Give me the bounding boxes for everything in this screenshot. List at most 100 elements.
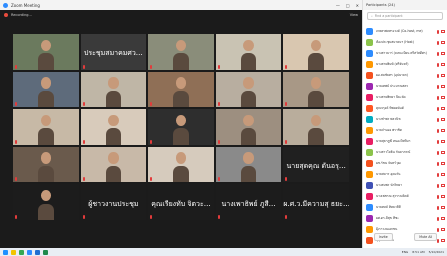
participant-status [437,172,445,177]
video-tile[interactable] [215,34,282,70]
excel-icon[interactable] [43,249,48,255]
windows-start-icon[interactable] [3,249,8,255]
muted-mic-icon[interactable] [437,29,439,34]
participant-row[interactable]: นายสุธาฎฬ์ หนองโพทีมา [363,136,447,147]
participant-row[interactable]: นายสมาร อุดมวัน [363,169,447,180]
participant-row[interactable]: เกษตรพลทรงวงค์ (Co-host, me) [363,26,447,37]
video-tile[interactable] [283,34,349,70]
participant-row[interactable]: นางชำพร พลวนิช [363,114,447,125]
file-explorer-icon[interactable] [11,249,16,255]
video-tile[interactable] [215,109,282,145]
muted-mic-icon[interactable] [437,172,439,177]
clock-date[interactable]: 5/10/2021 [429,250,444,254]
muted-mic-icon[interactable] [437,106,439,111]
muted-mic-icon[interactable] [437,51,439,56]
video-off-icon[interactable] [441,84,445,88]
video-off-icon[interactable] [441,106,445,110]
chrome-icon[interactable] [19,249,24,255]
video-tile[interactable] [148,109,214,145]
video-tile[interactable] [13,109,79,145]
participant-row[interactable]: นางสมพร นักวิทยา [363,180,447,191]
participant-row[interactable]: ห้องประชุมสมาคมฯ (Host) [363,37,447,48]
video-tile[interactable] [13,71,79,108]
language-indicator[interactable]: ENG [402,250,408,254]
video-off-icon[interactable] [441,40,445,44]
muted-mic-icon[interactable] [437,227,439,232]
muted-mic-icon[interactable] [437,216,439,221]
muted-mic-icon[interactable] [437,73,439,78]
participant-row[interactable]: ผช.รัชน จันทร์วุฒ [363,158,447,169]
muted-mic-icon[interactable] [437,139,439,144]
video-off-icon[interactable] [441,139,445,143]
video-tile[interactable] [80,71,147,108]
participant-search-input[interactable]: ⌕ Find a participant [367,12,443,20]
video-tile[interactable] [148,71,214,108]
invite-button[interactable]: Invite [373,233,393,241]
video-off-icon[interactable] [441,51,445,55]
video-off-icon[interactable] [441,73,445,77]
video-off-icon[interactable] [441,161,445,165]
muted-mic-icon[interactable] [437,205,439,210]
video-off-icon[interactable] [441,62,445,66]
video-tile[interactable]: ผู้ชาวงานประชุม [80,184,147,220]
clock-time[interactable]: 8:51 AM [412,250,424,254]
video-tile[interactable]: นายสุดคุณ ดันอรุ… [283,146,349,183]
participant-row[interactable]: นายจำนอง พราชิต [363,125,447,136]
video-off-icon[interactable] [441,117,445,121]
video-off-icon[interactable] [441,227,445,231]
video-tile[interactable] [148,34,214,70]
muted-mic-icon[interactable] [437,150,439,155]
participant-row[interactable]: นายเทพย์ ประมาณสตร [363,81,447,92]
video-tile[interactable]: ผ.ศ.ว.มีความสุ ธยะ… [283,184,349,220]
video-off-icon[interactable] [441,205,445,209]
video-tile[interactable]: คุณเรียงทับ จิตวะ… [148,184,214,220]
participant-row[interactable]: นางเพชรณ สุวรรณจิตต์ [363,191,447,202]
video-off-icon[interactable] [441,216,445,220]
video-off-icon[interactable] [441,194,445,198]
video-tile[interactable] [13,146,79,183]
muted-mic-icon[interactable] [437,95,439,100]
minimize-button[interactable]: — [336,3,340,8]
muted-mic-icon[interactable] [437,183,439,188]
muted-mic-icon[interactable] [437,128,439,133]
muted-mic-icon[interactable] [437,194,439,199]
view-button[interactable]: View [350,13,358,17]
video-tile[interactable] [80,146,147,183]
video-off-icon[interactable] [441,183,445,187]
video-off-icon[interactable] [441,95,445,99]
video-off-icon[interactable] [441,172,445,176]
video-tile[interactable] [215,71,282,108]
muted-mic-icon[interactable] [437,117,439,122]
video-tile[interactable] [283,109,349,145]
muted-mic-icon[interactable] [437,84,439,89]
participant-row[interactable]: นางสายพิทยา ปิยะจัด [363,92,447,103]
participant-row[interactable]: ผอ.สมชัยทร (อุปนายก) [363,70,447,81]
video-off-icon[interactable] [441,29,445,33]
video-off-icon[interactable] [441,150,445,154]
participant-video [40,114,52,127]
recording-label[interactable]: Recording... [11,13,32,17]
video-tile[interactable] [80,109,147,145]
close-button[interactable]: ✕ [356,3,359,8]
maximize-button[interactable]: □ [346,3,350,8]
participant-row[interactable]: นางสาวมาร่ (ลงทะเบียน ศรีสวัสดิ์ศร) [363,48,447,59]
video-tile[interactable] [13,184,79,220]
muted-mic-icon[interactable] [437,161,439,166]
video-tile[interactable] [148,146,214,183]
video-tile[interactable] [13,34,79,70]
word-icon[interactable] [35,249,40,255]
participant-row[interactable]: นางสายพิมพ์ (ศรีจันทร์) [363,59,447,70]
video-tile[interactable]: ประชุมสมาคมศว… [80,34,147,70]
video-off-icon[interactable] [441,128,445,132]
zoom-taskbar-icon[interactable] [27,249,32,255]
participant-row[interactable]: คุณจรุงค์ ทิพยอนันต์ [363,103,447,114]
participant-row[interactable]: นางสาวโยธิน กันยาภรณ์ [363,147,447,158]
video-tile[interactable] [215,146,282,183]
video-tile[interactable]: นางเพาธิพย์ ภูสี… [215,184,282,220]
muted-mic-icon[interactable] [437,62,439,67]
participant-row[interactable]: ผศ.ดร.มีสุข ทีซะ [363,213,447,224]
muted-mic-icon[interactable] [437,40,439,45]
participant-row[interactable]: นายทลล์ ทิตยวลีที [363,202,447,213]
video-tile[interactable] [283,71,349,108]
mute-all-button[interactable]: Mute All [414,233,438,241]
